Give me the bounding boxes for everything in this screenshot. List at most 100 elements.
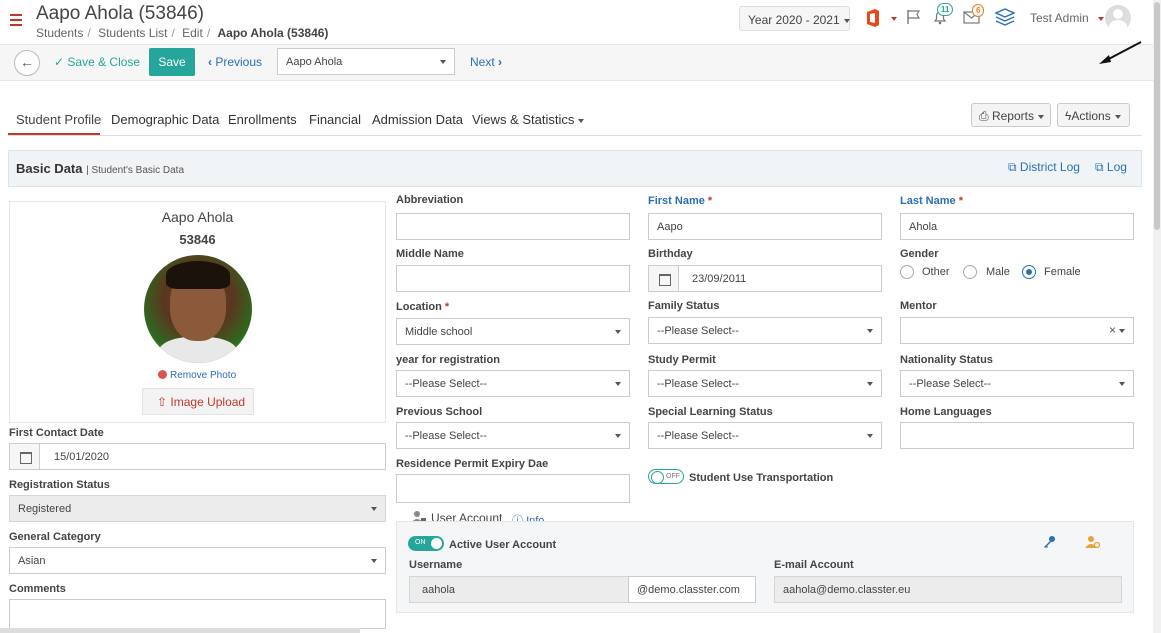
first-contact-date-field[interactable]: 15/01/2020	[9, 443, 386, 470]
last-name-field[interactable]: Ahola	[900, 213, 1134, 240]
tab-financial[interactable]: Financial	[309, 112, 361, 127]
gender-label-other: Other	[922, 266, 950, 278]
location-value: Middle school	[405, 326, 473, 338]
previous-school-select[interactable]: --Please Select--	[396, 422, 630, 449]
location-label: Location *	[396, 301, 449, 313]
chevron-down-icon	[1037, 114, 1044, 119]
mentor-label: Mentor	[900, 300, 937, 312]
calendar-icon[interactable]	[10, 444, 40, 469]
nationality-select[interactable]: --Please Select--	[900, 370, 1134, 397]
abbreviation-field[interactable]	[396, 213, 630, 240]
active-account-toggle[interactable]: ON	[408, 536, 444, 551]
layers-icon[interactable]	[994, 8, 1016, 31]
avatar[interactable]	[1105, 5, 1131, 31]
residence-permit-label: Residence Permit Expiry Dae	[396, 458, 549, 470]
general-category-label: General Category	[9, 531, 101, 543]
year-registration-select[interactable]: --Please Select--	[396, 370, 630, 397]
transport-toggle[interactable]: OFF	[648, 469, 684, 484]
scrollbar-thumb[interactable]	[1154, 2, 1160, 230]
chevron-down-icon	[371, 507, 377, 511]
family-status-select[interactable]: --Please Select--	[648, 317, 882, 344]
section-subtitle: | Student's Basic Data	[86, 165, 184, 176]
student-select[interactable]: Aapo Ahola	[277, 48, 455, 75]
general-category-select[interactable]: Asian	[9, 547, 386, 574]
tab-admission-data[interactable]: Admission Data	[372, 112, 463, 127]
clear-icon[interactable]: ×	[1109, 323, 1116, 337]
log-link[interactable]: ⧉ Log	[1095, 160, 1127, 175]
breadcrumb-current: Aapo Ahola (53846)	[217, 26, 329, 40]
flag-icon[interactable]	[906, 9, 922, 30]
notifications-badge: 11	[937, 3, 954, 16]
tab-demographic-data[interactable]: Demographic Data	[111, 112, 219, 127]
chevron-down-icon	[615, 382, 621, 386]
abbreviation-label: Abbreviation	[396, 194, 464, 206]
office-chevron-icon[interactable]	[891, 17, 897, 21]
next-button[interactable]: Next ›	[470, 55, 502, 69]
tab-student-profile[interactable]: Student Profile	[16, 112, 101, 127]
email-account-field[interactable]: aahola@demo.classter.eu	[774, 576, 1122, 603]
chevron-down-icon	[371, 559, 377, 563]
horizontal-scrollbar[interactable]	[0, 628, 360, 633]
chevron-down-icon	[615, 434, 621, 438]
image-upload-button[interactable]: ⇧ Image Upload	[142, 388, 254, 415]
year-selector[interactable]: Year 2020 - 2021	[739, 6, 850, 31]
breadcrumb-students-list[interactable]: Students List	[98, 26, 167, 40]
key-icon[interactable]	[1042, 535, 1056, 554]
breadcrumb-edit[interactable]: Edit	[182, 26, 203, 40]
special-learning-select[interactable]: --Please Select--	[648, 422, 882, 449]
menu-icon[interactable]	[10, 14, 24, 26]
year-registration-value: --Please Select--	[405, 378, 487, 390]
breadcrumb: Students / Students List / Edit / Aapo Ahol…	[36, 26, 329, 40]
log-label: Log	[1106, 160, 1127, 174]
first-name-field[interactable]: Aapo	[648, 213, 882, 240]
chevron-down-icon	[578, 118, 585, 123]
active-account-label: Active User Account	[449, 539, 557, 551]
save-button[interactable]: Save	[149, 48, 195, 76]
username-field[interactable]: aahola	[409, 576, 629, 603]
chevron-down-icon	[843, 18, 850, 23]
study-permit-select[interactable]: --Please Select--	[648, 370, 882, 397]
username-domain: @demo.classter.com	[628, 576, 756, 603]
district-log-link[interactable]: ⧉ District Log	[1008, 160, 1080, 175]
residence-permit-field[interactable]	[396, 474, 630, 503]
user-menu-chevron-icon[interactable]	[1098, 17, 1104, 21]
home-languages-field[interactable]	[900, 422, 1134, 449]
reports-button[interactable]: ⎙ Reports	[971, 103, 1051, 127]
gender-radio-female[interactable]	[1022, 265, 1036, 279]
remove-photo-link[interactable]: Remove Photo	[158, 370, 236, 381]
save-close-button[interactable]: ✓ Save & Close	[54, 55, 140, 69]
middle-name-field[interactable]	[396, 265, 630, 292]
tab-views-statistics[interactable]: Views & Statistics	[472, 112, 585, 127]
year-selector-label: Year 2020 - 2021	[748, 13, 840, 27]
birthday-field[interactable]: 23/09/2011	[648, 265, 882, 292]
student-photo	[144, 255, 252, 363]
required-marker: *	[707, 195, 713, 207]
vertical-scrollbar[interactable]	[1153, 0, 1161, 633]
previous-label: Previous	[215, 55, 263, 69]
mentor-select[interactable]: ×	[900, 317, 1134, 344]
breadcrumb-students[interactable]: Students	[36, 26, 83, 40]
gender-radio-other[interactable]	[900, 265, 914, 279]
family-status-value: --Please Select--	[657, 325, 739, 337]
location-select[interactable]: Middle school	[396, 318, 630, 345]
special-learning-label: Special Learning Status	[648, 406, 773, 418]
comments-field[interactable]	[9, 599, 386, 629]
user-settings-icon[interactable]	[1085, 535, 1101, 554]
image-upload-label: Image Upload	[170, 395, 246, 409]
birthday-label: Birthday	[648, 248, 693, 260]
section-title-text: Basic Data	[16, 161, 83, 176]
transport-label: Student Use Transportation	[689, 472, 834, 484]
calendar-icon[interactable]	[649, 266, 679, 291]
user-name[interactable]: Test Admin	[1030, 11, 1089, 25]
gender-radio-male[interactable]	[963, 265, 977, 279]
actions-button[interactable]: ϟActions	[1057, 103, 1130, 127]
office-icon[interactable]	[865, 9, 881, 27]
student-select-value: Aapo Ahola	[286, 56, 343, 68]
previous-button[interactable]: ‹ Previous	[208, 55, 262, 69]
registration-status-value: Registered	[18, 503, 72, 515]
year-registration-label: year for registration	[396, 354, 500, 366]
registration-status-select[interactable]: Registered	[9, 495, 386, 522]
back-button[interactable]: ←	[14, 50, 40, 76]
tab-enrollments[interactable]: Enrollments	[228, 112, 297, 127]
required-marker: *	[958, 195, 963, 207]
